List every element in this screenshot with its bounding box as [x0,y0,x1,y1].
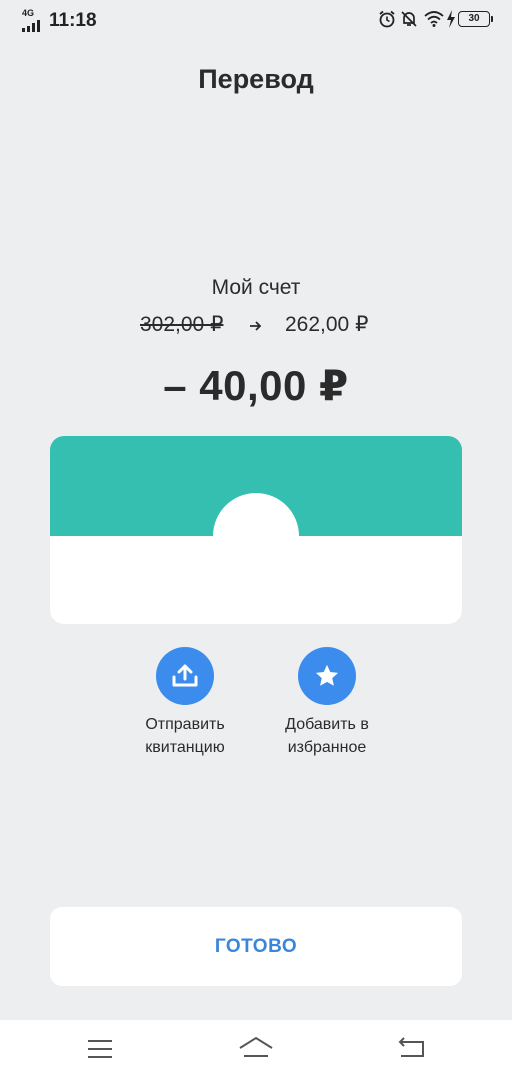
send-receipt-button[interactable] [156,647,214,705]
battery-indicator: 30 [458,11,493,27]
add-favorite-label-line1: Добавить в [285,716,369,733]
account-name: Мой счет [211,276,301,299]
send-receipt-label-line2: квитанцию [145,739,225,756]
balance-change: 302,00 ₽ 262,00 ₽ [0,312,512,342]
transfer-card [50,436,462,624]
network-type: 4G [22,8,35,18]
status-right: 30 [370,10,493,30]
add-favorite-action[interactable]: Добавить в избранное [247,647,407,759]
send-receipt-action[interactable]: Отправить квитанцию [105,647,265,759]
balance-before: 302,00 ₽ [140,313,224,336]
alarm-icon [379,10,395,28]
add-favorite-label-line2: избранное [287,739,367,756]
card-avatar-placeholder [213,493,299,579]
done-button[interactable]: ГОТОВО [50,907,462,986]
home-icon[interactable] [238,1036,274,1062]
charging-icon [447,10,455,28]
status-bar: 4G 11:18 30 [0,0,512,40]
add-favorite-label: Добавить в избранное [247,713,407,759]
upload-icon [172,664,198,687]
status-time: 11:18 [49,10,97,31]
notifications-off-icon [401,11,417,27]
transfer-amount: – 40,00 ₽ [163,362,349,409]
back-icon[interactable] [397,1036,427,1062]
balance-after: 262,00 ₽ [285,313,369,336]
menu-icon[interactable] [87,1036,113,1062]
arrow-right-icon [250,321,262,331]
star-icon [315,664,339,686]
send-receipt-label: Отправить квитанцию [105,713,265,759]
signal-icon [22,20,40,32]
wifi-icon [424,11,444,27]
system-nav-bar [0,1020,512,1080]
page-title: Перевод [198,64,314,94]
send-receipt-label-line1: Отправить [145,716,225,733]
add-favorite-button[interactable] [298,647,356,705]
